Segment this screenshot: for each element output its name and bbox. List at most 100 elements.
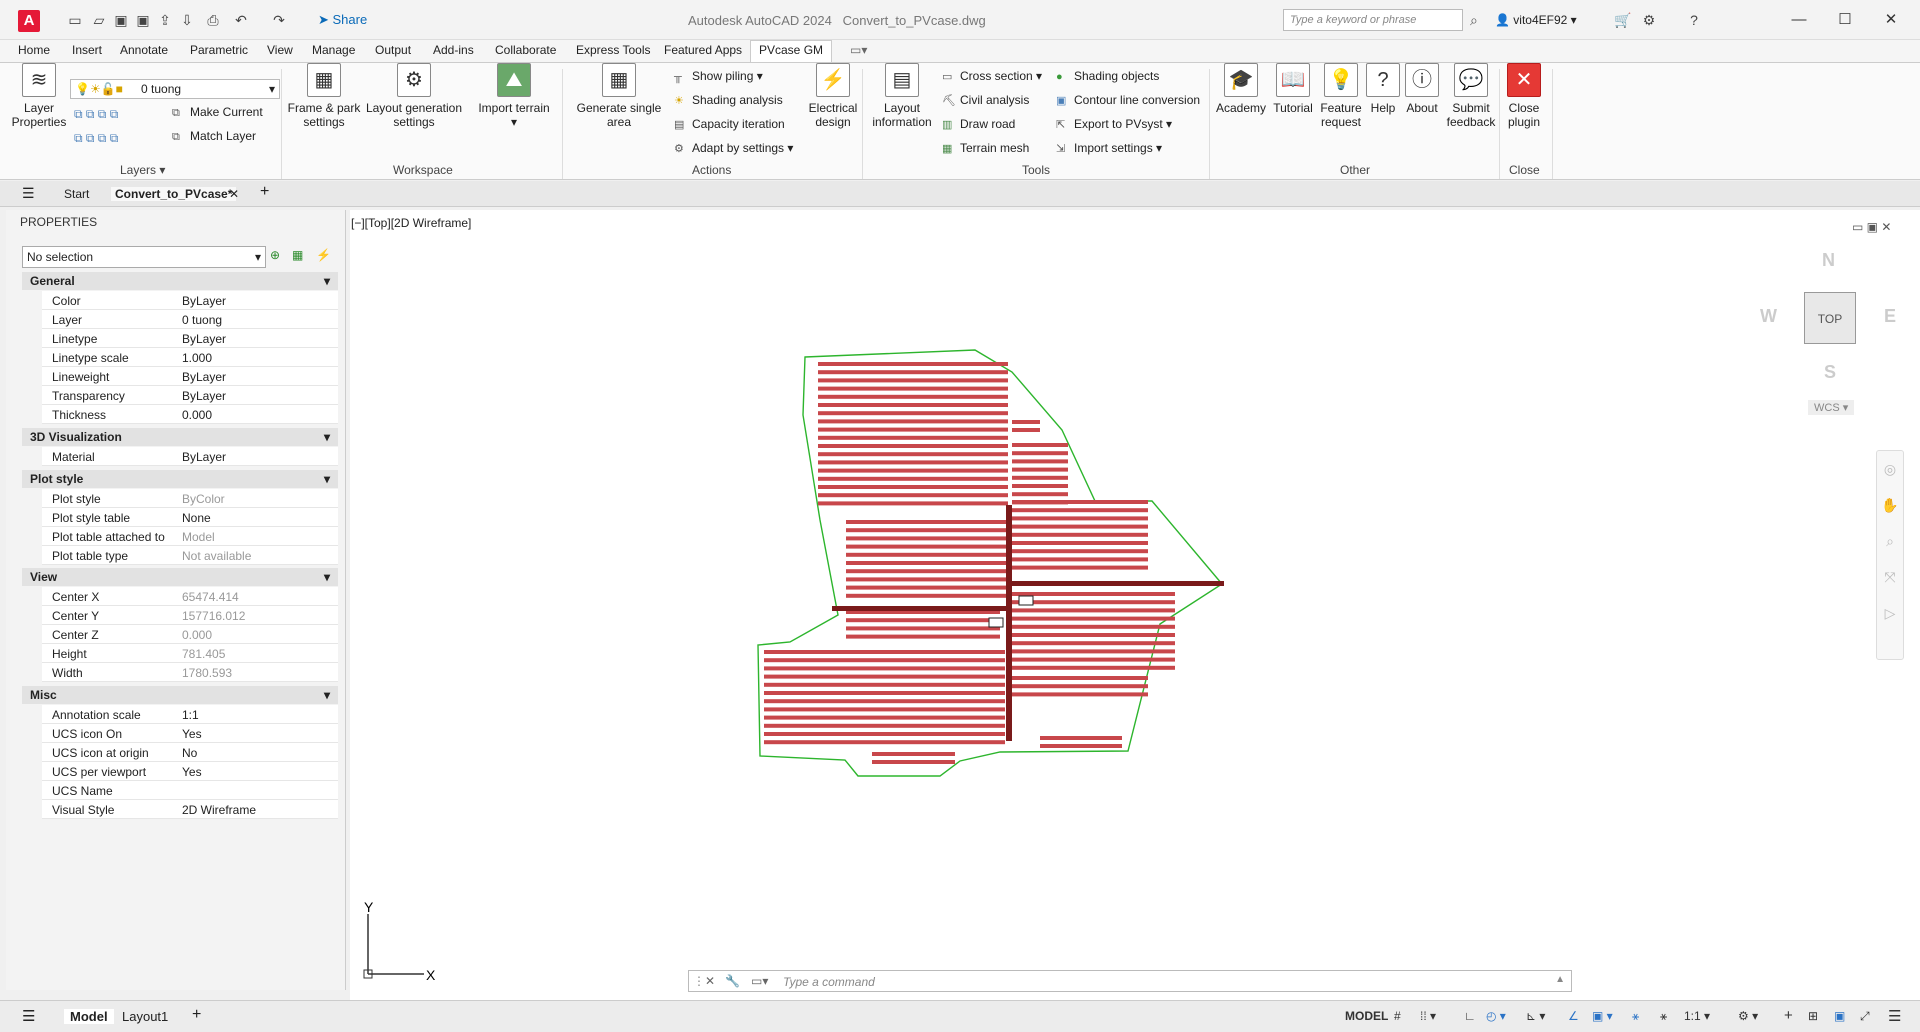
property-row[interactable]: Linetype scale 1.000 (42, 348, 338, 367)
viewport-minimize-icon[interactable]: ▭ ▣ ✕ (1852, 220, 1891, 234)
help-icon[interactable]: ? (1685, 12, 1703, 28)
save-icon[interactable]: ▣ (112, 12, 130, 28)
property-value[interactable]: 1:1 (182, 708, 199, 722)
submit-feedback-button[interactable]: 💬 Submit feedback (1442, 63, 1500, 129)
search-icon[interactable]: ⌕ (1470, 12, 1478, 29)
open-folder-icon[interactable]: ▱ (90, 12, 108, 28)
property-value[interactable]: 0 tuong (182, 313, 222, 327)
tab-manage[interactable]: Manage (312, 43, 355, 57)
property-row[interactable]: Plot table attached to Model (42, 527, 338, 546)
command-grip-icon[interactable]: ⋮ (693, 974, 705, 988)
property-value[interactable]: 1780.593 (182, 666, 232, 680)
model-space-toggle[interactable]: MODEL (1345, 1009, 1388, 1023)
tab-add-ins[interactable]: Add-ins (433, 43, 474, 57)
customization-menu-icon[interactable]: ☰ (1888, 1007, 1901, 1025)
south-label[interactable]: S (1824, 362, 1836, 383)
isolate-objects-icon[interactable]: ▣ (1834, 1009, 1845, 1023)
shading-objects-button[interactable]: ● Shading objects (1056, 69, 1159, 83)
property-value[interactable]: Not available (182, 549, 251, 563)
north-label[interactable]: N (1822, 250, 1835, 271)
add-layout-icon[interactable]: + (192, 1006, 201, 1024)
command-history-chevron-icon[interactable]: ▲ (1555, 974, 1565, 985)
adapt-by-settings-button[interactable]: ⚙ Adapt by settings ▾ (674, 141, 793, 155)
close-command-icon[interactable]: ✕ (705, 974, 715, 988)
site-layout-drawing[interactable] (350, 210, 1920, 1002)
layers-group-label[interactable]: Layers ▾ (120, 163, 165, 177)
capacity-iteration-button[interactable]: ▤ Capacity iteration (674, 117, 785, 131)
clean-screen-icon[interactable]: ⤢ (1860, 1009, 1870, 1024)
recent-commands-icon[interactable]: ▭▾ (751, 974, 768, 988)
layer-properties-button[interactable]: ≋ Layer Properties (10, 63, 68, 129)
new-file-icon[interactable]: ▭ (66, 12, 84, 28)
layer-tool-icons[interactable]: ⧉ ⧉ ⧉ ⧉ (74, 107, 118, 122)
property-row[interactable]: Visual Style 2D Wireframe (42, 800, 338, 819)
property-value[interactable]: ByLayer (182, 332, 226, 346)
search-input[interactable]: Type a keyword or phrase (1283, 9, 1463, 31)
viewport-controls-label[interactable]: [−][Top][2D Wireframe] (351, 216, 471, 230)
civil-analysis-button[interactable]: ⛏ Civil analysis (942, 93, 1029, 107)
ortho-icon[interactable]: ∟ (1464, 1009, 1476, 1023)
tutorial-button[interactable]: 📖 Tutorial (1268, 63, 1318, 115)
property-row[interactable]: UCS icon at origin No (42, 743, 338, 762)
property-row[interactable]: UCS Name (42, 781, 338, 800)
terrain-mesh-button[interactable]: ▦ Terrain mesh (942, 141, 1029, 155)
property-row[interactable]: Thickness 0.000 (42, 405, 338, 424)
ribbon-options-icon[interactable]: ▭▾ (850, 43, 867, 57)
property-row[interactable]: Material ByLayer (42, 447, 338, 466)
property-value[interactable]: 0.000 (182, 628, 212, 642)
generate-single-area-button[interactable]: ▦ Generate single area (574, 63, 664, 129)
east-label[interactable]: E (1884, 306, 1896, 327)
quick-select-icon[interactable]: ⚡ (316, 248, 331, 262)
property-value[interactable]: No (182, 746, 197, 760)
shading-analysis-button[interactable]: ☀ Shading analysis (674, 93, 783, 107)
property-value[interactable]: 781.405 (182, 647, 225, 661)
workspace-gear-icon[interactable]: ⚙ ▾ (1738, 1009, 1758, 1023)
help-button[interactable]: ? Help (1366, 63, 1400, 115)
property-value[interactable]: 2D Wireframe (182, 803, 256, 817)
close-plugin-button[interactable]: ✕ Close plugin (1500, 63, 1548, 129)
property-value[interactable]: ByColor (182, 492, 225, 506)
annotation-visibility-icon[interactable]: ⚹ (1632, 1009, 1639, 1024)
property-row[interactable]: Plot style table None (42, 508, 338, 527)
cross-section-button[interactable]: ▭ Cross section ▾ (942, 69, 1042, 83)
draw-road-button[interactable]: ▥ Draw road (942, 117, 1015, 131)
tab-featured-apps[interactable]: Featured Apps (664, 43, 742, 57)
tab-insert[interactable]: Insert (72, 43, 102, 57)
property-value[interactable]: 0.000 (182, 408, 212, 422)
section-view[interactable]: View ▾ (22, 568, 338, 586)
layout-generation-settings-button[interactable]: ⚙ Layout generation settings (364, 63, 464, 129)
grid-icon[interactable]: # (1394, 1009, 1401, 1023)
navigation-bar[interactable]: ◎ ✋ ⌕ ⤧ ▷ (1876, 450, 1904, 660)
section-3d-visualization[interactable]: 3D Visualization ▾ (22, 428, 338, 446)
feature-request-button[interactable]: 💡 Feature request (1316, 63, 1366, 129)
tab-express-tools[interactable]: Express Tools (576, 43, 650, 57)
tab-view[interactable]: View (267, 43, 293, 57)
contour-line-conversion-button[interactable]: ▣ Contour line conversion (1056, 93, 1200, 107)
property-value[interactable]: 65474.414 (182, 590, 239, 604)
layer-tool-icons-row2[interactable]: ⧉ ⧉ ⧉ ⧉ (74, 131, 118, 146)
share-button[interactable]: ➤ Share (318, 12, 367, 28)
isodraft-icon[interactable]: ⊾ ▾ (1526, 1009, 1545, 1023)
undo-icon[interactable]: ↶ (232, 12, 250, 28)
property-row[interactable]: Layer 0 tuong (42, 310, 338, 329)
close-window-icon[interactable]: ✕ (1876, 10, 1906, 30)
property-row[interactable]: Annotation scale 1:1 (42, 705, 338, 724)
plot-icon[interactable]: ⎙ (204, 12, 222, 28)
toggle-pickadd-icon[interactable]: ⊕ (270, 248, 280, 262)
cart-icon[interactable]: 🛒 (1614, 12, 1632, 28)
property-row[interactable]: Plot style ByColor (42, 489, 338, 508)
web-mobile-save-icon[interactable]: ⇩ (178, 12, 196, 28)
tab-model[interactable]: Model (64, 1009, 114, 1024)
section-plot-style[interactable]: Plot style ▾ (22, 470, 338, 488)
tab-output[interactable]: Output (375, 43, 411, 57)
property-value[interactable]: 157716.012 (182, 609, 245, 623)
hamburger-menu-icon[interactable]: ☰ (22, 185, 35, 202)
electrical-design-button[interactable]: ⚡ Electrical design (800, 63, 866, 129)
property-row[interactable]: Color ByLayer (42, 291, 338, 310)
property-row[interactable]: Width 1780.593 (42, 663, 338, 682)
close-tab-icon[interactable]: ✕ (229, 187, 239, 201)
property-row[interactable]: Height 781.405 (42, 644, 338, 663)
customize-icon[interactable]: 🔧 (725, 974, 740, 988)
tab-home[interactable]: Home (18, 43, 50, 57)
connect-icon[interactable]: ⚙ (1640, 12, 1658, 28)
